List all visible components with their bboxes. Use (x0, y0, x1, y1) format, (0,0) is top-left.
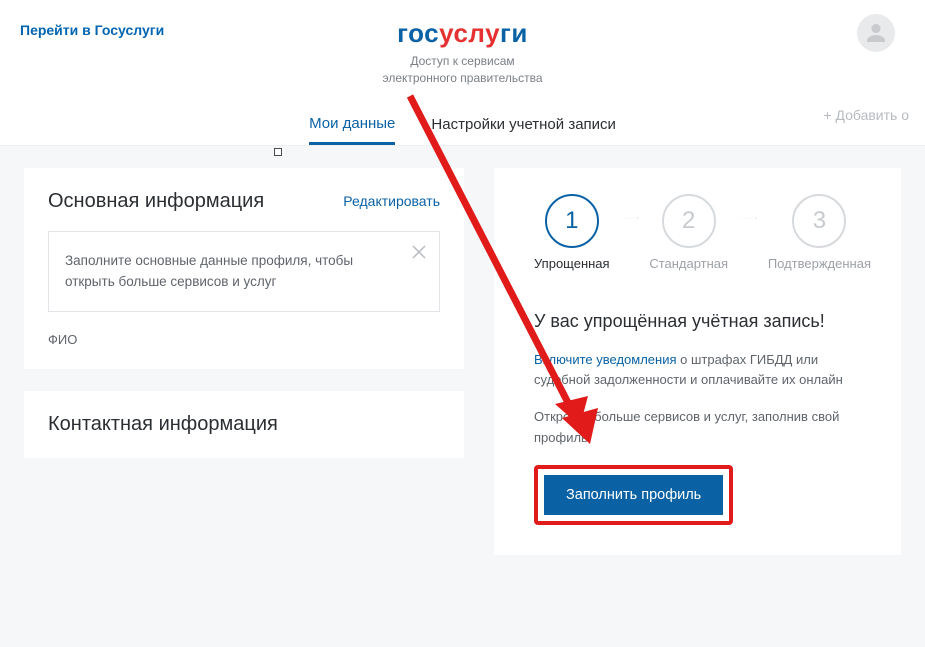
step-3-circle: 3 (792, 194, 846, 248)
left-column: Основная информация Редактировать Заполн… (24, 168, 464, 647)
step-1-label: Упрощенная (534, 256, 610, 271)
account-status-title: У вас упрощённая учётная запись! (534, 311, 871, 332)
selection-handle-icon (274, 148, 282, 156)
notifications-info: Включите уведомления о штрафах ГИБДД или… (534, 350, 871, 392)
button-highlight-annotation: Заполнить профиль (534, 465, 733, 525)
goto-gosuslugi-link[interactable]: Перейти в Госуслуги (20, 22, 164, 38)
logo-part-3: ги (500, 18, 528, 48)
logo-part-2: услу (439, 18, 500, 48)
add-org-link[interactable]: + Добавить о (823, 107, 909, 123)
step-2-circle: 2 (662, 194, 716, 248)
steps-indicator: 1 Упрощенная 2 Стандартная 3 Подтвержден… (534, 194, 871, 271)
step-1-circle: 1 (545, 194, 599, 248)
tab-my-data[interactable]: Мои данные (309, 105, 395, 145)
logo: госуслуги (382, 18, 542, 49)
subtitle-line-2: электронного правительства (382, 71, 542, 85)
step-3: 3 Подтвержденная (768, 194, 871, 271)
notice-text: Заполните основные данные профиля, чтобы… (65, 253, 353, 290)
main-content: Основная информация Редактировать Заполн… (0, 146, 925, 647)
step-2: 2 Стандартная (649, 194, 728, 271)
brand-block: госуслуги Доступ к сервисам электронного… (382, 18, 542, 87)
step-3-label: Подтвержденная (768, 256, 871, 271)
step-divider-1 (620, 213, 640, 223)
user-icon (864, 21, 888, 45)
account-status-card: 1 Упрощенная 2 Стандартная 3 Подтвержден… (494, 168, 901, 555)
avatar[interactable] (857, 14, 895, 52)
contact-info-title: Контактная информация (48, 413, 440, 436)
brand-subtitle: Доступ к сервисам электронного правитель… (382, 53, 542, 87)
step-1: 1 Упрощенная (534, 194, 610, 271)
enable-notifications-link[interactable]: Включите уведомления (534, 352, 677, 367)
fill-profile-button[interactable]: Заполнить профиль (544, 475, 723, 515)
tabs-row: Мои данные Настройки учетной записи + До… (0, 95, 925, 146)
fill-profile-notice: Заполните основные данные профиля, чтобы… (48, 231, 440, 312)
logo-part-1: гос (397, 18, 439, 48)
right-column: 1 Упрощенная 2 Стандартная 3 Подтвержден… (494, 168, 901, 647)
main-info-title: Основная информация (48, 190, 264, 213)
step-2-label: Стандартная (649, 256, 728, 271)
tab-account-settings[interactable]: Настройки учетной записи (431, 106, 616, 143)
close-notice-button[interactable] (411, 244, 427, 260)
step-divider-2 (738, 213, 758, 223)
top-header: Перейти в Госуслуги госуслуги Доступ к с… (0, 0, 925, 95)
contact-info-card: Контактная информация (24, 391, 464, 458)
main-info-card: Основная информация Редактировать Заполн… (24, 168, 464, 369)
edit-link[interactable]: Редактировать (343, 193, 440, 209)
open-more-info: Откройте больше сервисов и услуг, заполн… (534, 407, 871, 449)
close-icon (411, 244, 427, 260)
main-info-header: Основная информация Редактировать (48, 190, 440, 213)
subtitle-line-1: Доступ к сервисам (410, 54, 514, 68)
fio-label: ФИО (48, 332, 440, 347)
